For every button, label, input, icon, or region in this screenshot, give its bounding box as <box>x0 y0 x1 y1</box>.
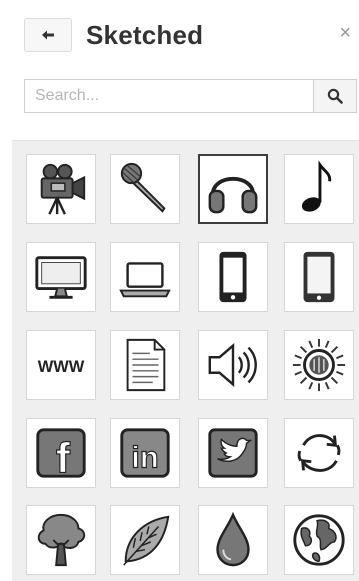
search-box <box>24 79 357 113</box>
icon-tile-www[interactable]: WWW <box>26 330 96 400</box>
icon-tile-monitor[interactable] <box>26 242 96 312</box>
icon-tile-smartphone[interactable] <box>198 242 268 312</box>
movie-camera-icon <box>40 163 86 215</box>
monitor-icon <box>35 256 87 299</box>
icon-tile-music-note[interactable] <box>284 154 354 224</box>
icon-tile-headphones[interactable] <box>198 154 268 224</box>
linkedin-icon: in <box>120 428 170 478</box>
icon-tile-linkedin[interactable]: in <box>110 418 180 488</box>
leaf-icon <box>123 515 170 566</box>
search-icon <box>327 88 343 104</box>
smartphone-icon <box>219 251 247 303</box>
facebook-icon: f <box>36 428 86 482</box>
linkedin-glyph: in <box>131 440 158 475</box>
twitter-icon <box>208 428 258 478</box>
icon-tile-document[interactable] <box>110 330 180 400</box>
icon-tile-globe[interactable] <box>284 505 354 575</box>
icon-tile-microphone[interactable] <box>110 154 180 224</box>
search-input[interactable] <box>25 80 315 112</box>
document-icon <box>126 338 166 392</box>
www-label: WWW <box>38 358 85 376</box>
tree-icon <box>37 513 86 567</box>
water-drop-icon <box>216 511 250 567</box>
icon-tile-leaf[interactable] <box>110 505 180 575</box>
icon-tile-movie-camera[interactable] <box>26 154 96 224</box>
icon-tile-tablet[interactable] <box>284 242 354 312</box>
globe-icon <box>293 514 345 566</box>
www-icon: WWW <box>38 358 85 376</box>
icon-tile-twitter[interactable] <box>198 418 268 488</box>
panel-title: Sketched <box>86 20 204 50</box>
arrow-left-icon <box>42 30 54 40</box>
headphones-icon <box>208 176 258 214</box>
search-button[interactable] <box>313 80 356 112</box>
tablet-icon <box>303 251 335 303</box>
facebook-glyph: f <box>56 434 71 482</box>
refresh-icon <box>297 434 341 472</box>
laptop-icon <box>119 262 171 298</box>
back-button[interactable] <box>24 18 72 52</box>
close-icon[interactable]: × <box>339 22 351 44</box>
icon-tile-speaker[interactable] <box>198 330 268 400</box>
icon-grid: WWW f in <box>12 140 359 581</box>
microphone-icon <box>120 162 166 213</box>
icon-tile-laptop[interactable] <box>110 242 180 312</box>
icon-tile-refresh[interactable] <box>284 418 354 488</box>
icon-tile-facebook[interactable]: f <box>26 418 96 488</box>
music-note-icon <box>301 160 332 212</box>
speaker-volume-icon <box>208 343 257 387</box>
icon-tile-sun-badge[interactable] <box>284 330 354 400</box>
sun-badge-icon <box>292 338 346 392</box>
icon-tile-water-drop[interactable] <box>198 505 268 575</box>
panel-header: Sketched × <box>0 0 359 70</box>
icon-tile-tree[interactable] <box>26 505 96 575</box>
